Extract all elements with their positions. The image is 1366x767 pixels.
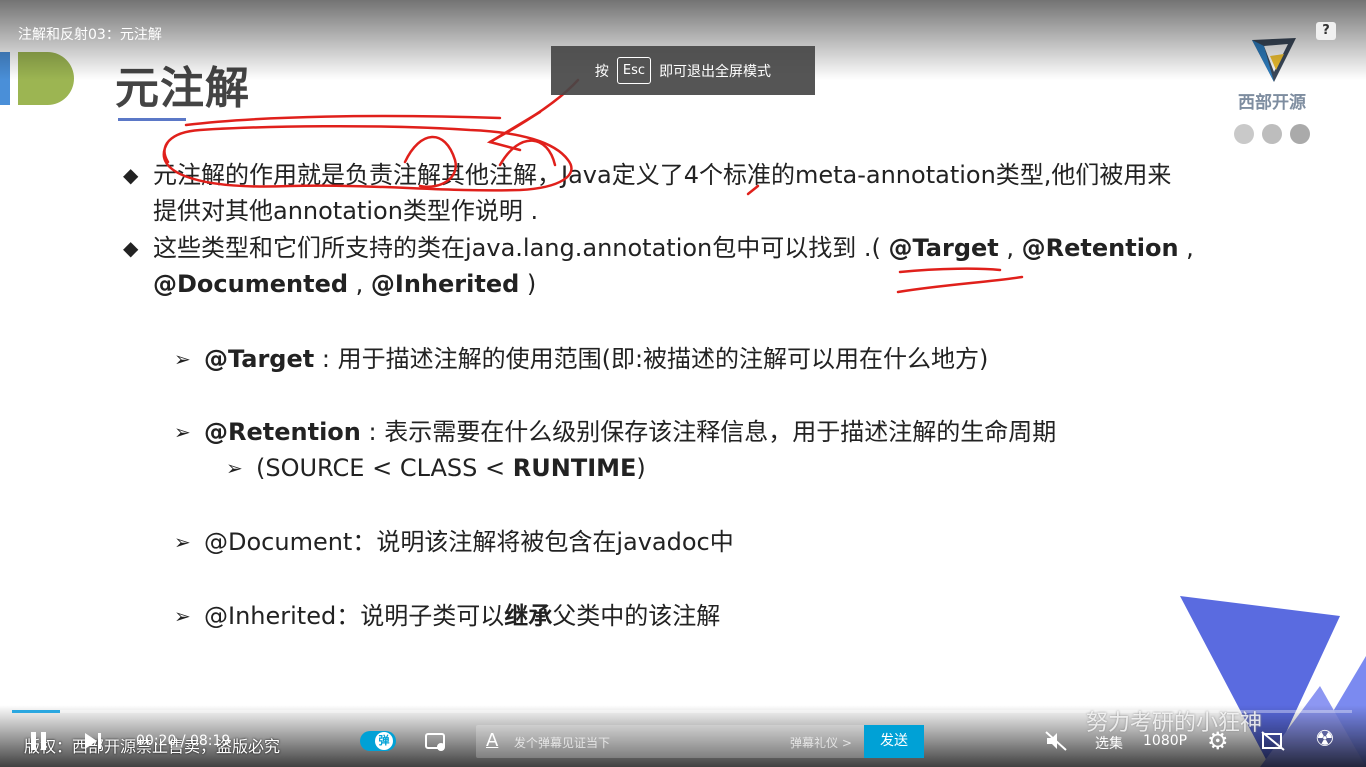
toast-prefix: 按 (594, 63, 609, 80)
select-episode-button[interactable]: 选集 (1095, 733, 1123, 753)
settings-gear-icon[interactable]: ⚙ (1207, 727, 1229, 755)
time-display: 00:20 / 08:19 (136, 733, 231, 749)
send-button[interactable]: 发送 (864, 725, 924, 758)
toast-suffix: 即可退出全屏模式 (659, 63, 772, 80)
text-style-icon[interactable]: A (486, 730, 498, 751)
esc-key: Esc (616, 57, 652, 84)
pause-icon[interactable] (28, 730, 50, 752)
quality-button[interactable]: 1080P (1143, 733, 1187, 749)
picture-in-picture-off-icon[interactable] (1260, 730, 1286, 752)
danmaku-placeholder: 发个弹幕见证当下 (514, 736, 611, 750)
danmaku-toggle-knob: 弹 (375, 732, 393, 750)
danmaku-settings-icon[interactable] (424, 731, 448, 753)
danmaku-etiquette-link[interactable]: 弹幕礼仪 > (790, 734, 852, 751)
pen-annotations (162, 78, 1024, 294)
help-icon[interactable]: ? (1316, 22, 1336, 40)
video-title: 注解和反射03：元注解 (18, 27, 162, 43)
fullscreen-exit-icon[interactable]: ☢ (1315, 727, 1335, 752)
progress-fill (12, 710, 61, 713)
fullscreen-toast: 按 Esc 即可退出全屏模式 (551, 46, 815, 95)
next-icon[interactable] (82, 730, 104, 752)
mute-icon[interactable] (1044, 730, 1068, 752)
slide: 元注解 西部开源 ◆ 元注解的作用就是负责注解其他注解，Java定义了4个标准的… (0, 0, 1366, 767)
